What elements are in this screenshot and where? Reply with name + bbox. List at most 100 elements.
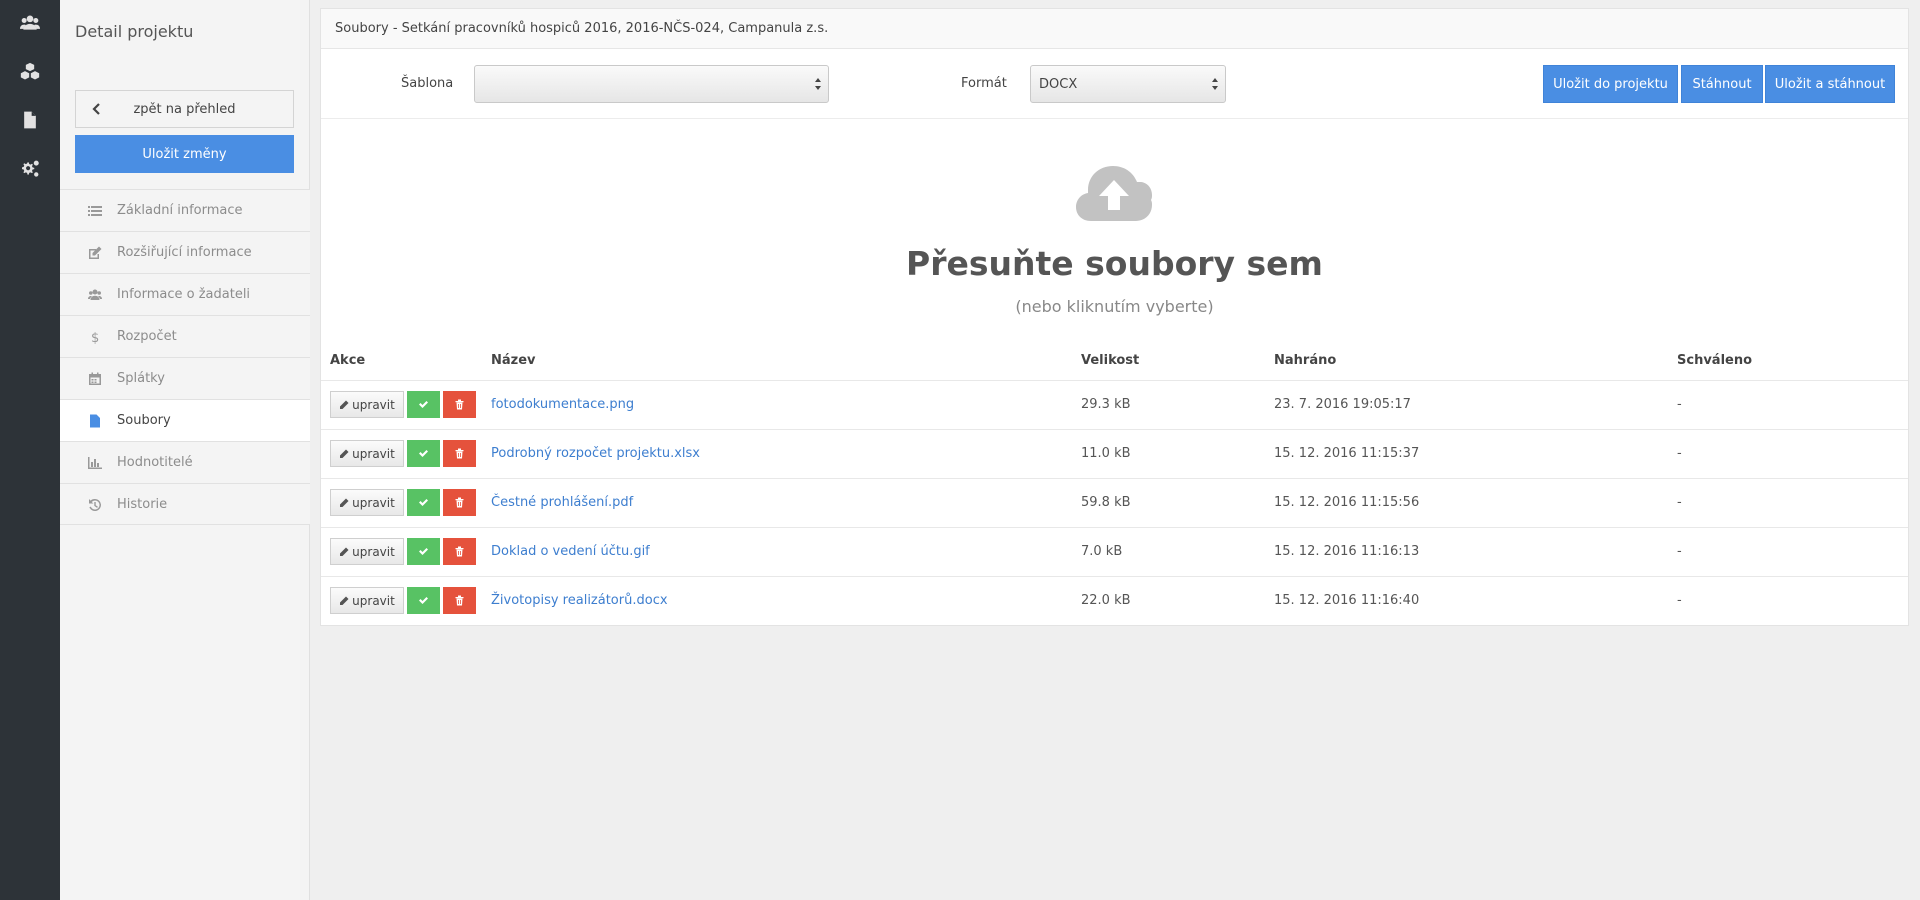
trash-icon — [455, 448, 464, 459]
check-icon — [419, 499, 428, 506]
table-row: upravit Čestné prohlášení.pdf 59.8 kB 15… — [321, 477, 1908, 527]
approve-button[interactable] — [407, 391, 440, 418]
save-to-project-button[interactable]: Uložit do projektu — [1543, 65, 1678, 103]
cloud-upload-icon — [1076, 166, 1152, 221]
sidebar-item-budget[interactable]: $ Rozpočet — [60, 315, 310, 357]
file-approved: - — [1677, 428, 1908, 478]
file-size: 29.3 kB — [1081, 379, 1274, 429]
edit-button[interactable]: upravit — [330, 538, 404, 565]
sidebar-item-label: Historie — [117, 496, 168, 512]
file-name-link[interactable]: Životopisy realizátorů.docx — [491, 575, 1081, 625]
table-row: upravit Podrobný rozpočet projektu.xlsx … — [321, 428, 1908, 478]
edit-label: upravit — [352, 593, 395, 608]
sidebar-item-label: Základní informace — [117, 203, 243, 218]
sidebar-item-label: Splátky — [117, 371, 165, 386]
table-header-row: Akce Název Velikost Nahráno Schváleno — [321, 342, 1908, 380]
chevron-left-icon — [92, 103, 100, 115]
approve-button[interactable] — [407, 440, 440, 467]
gears-icon[interactable] — [19, 158, 41, 180]
file-name-link[interactable]: Čestné prohlášení.pdf — [491, 477, 1081, 527]
file-uploaded: 15. 12. 2016 11:16:13 — [1274, 526, 1677, 576]
select-arrows-icon — [1212, 78, 1218, 90]
file-uploaded: 15. 12. 2016 11:15:56 — [1274, 477, 1677, 527]
edit-label: upravit — [352, 446, 395, 461]
file-dropzone[interactable]: Přesuňte soubory sem (nebo kliknutím vyb… — [321, 119, 1908, 341]
file-uploaded: 15. 12. 2016 11:16:40 — [1274, 575, 1677, 625]
header-uploaded: Nahráno — [1274, 353, 1337, 369]
check-icon — [419, 548, 428, 555]
sidebar-item-files[interactable]: Soubory — [60, 399, 310, 441]
file-uploaded: 23. 7. 2016 19:05:17 — [1274, 379, 1677, 429]
table-row: upravit Životopisy realizátorů.docx 22.0… — [321, 575, 1908, 625]
delete-button[interactable] — [443, 440, 476, 467]
trash-icon — [455, 546, 464, 557]
files-table: Akce Název Velikost Nahráno Schváleno up… — [321, 342, 1908, 625]
delete-button[interactable] — [443, 587, 476, 615]
header-size: Velikost — [1081, 353, 1140, 369]
sidebar-title: Detail projektu — [75, 22, 194, 41]
files-panel: Soubory - Setkání pracovníků hospiců 201… — [320, 8, 1909, 626]
sidebar-item-applicant-info[interactable]: Informace o žadateli — [60, 273, 310, 315]
check-icon — [419, 597, 428, 605]
panel-title: Soubory - Setkání pracovníků hospiců 201… — [321, 9, 1908, 49]
approve-button[interactable] — [407, 538, 440, 565]
sidebar-item-basic-info[interactable]: Základní informace — [60, 189, 310, 231]
edit-button[interactable]: upravit — [330, 587, 404, 615]
sidebar-item-evaluators[interactable]: Hodnotitelé — [60, 441, 310, 483]
file-approved: - — [1677, 379, 1908, 429]
delete-button[interactable] — [443, 538, 476, 565]
sidebar-item-label: Soubory — [117, 413, 171, 428]
approve-button[interactable] — [407, 587, 440, 615]
file-name-link[interactable]: fotodokumentace.png — [491, 379, 1081, 429]
edit-button[interactable]: upravit — [330, 489, 404, 516]
history-icon — [88, 498, 102, 512]
trash-icon — [455, 497, 464, 508]
edit-label: upravit — [352, 544, 395, 559]
project-sidebar: Detail projektu zpět na přehled Uložit z… — [60, 0, 310, 900]
template-label: Šablona — [401, 76, 454, 91]
edit-icon — [88, 246, 102, 260]
check-icon — [419, 401, 428, 408]
file-uploaded: 15. 12. 2016 11:15:37 — [1274, 428, 1677, 478]
file-size: 7.0 kB — [1081, 526, 1274, 576]
dropzone-title: Přesuňte soubory sem — [906, 244, 1323, 283]
sidebar-menu: Základní informace Rozšiřující informace… — [60, 189, 310, 525]
export-toolbar: Šablona Formát DOCX Uložit do projektu S… — [321, 49, 1908, 119]
file-approved: - — [1677, 477, 1908, 527]
header-approved: Schváleno — [1677, 353, 1753, 369]
pencil-icon — [340, 596, 349, 605]
file-size: 11.0 kB — [1081, 428, 1274, 478]
approve-button[interactable] — [407, 489, 440, 516]
edit-label: upravit — [352, 495, 395, 510]
app-rail — [0, 0, 60, 900]
table-row: upravit fotodokumentace.png 29.3 kB 23. … — [321, 379, 1908, 429]
cubes-icon[interactable] — [19, 61, 41, 83]
sidebar-item-history[interactable]: Historie — [60, 483, 310, 525]
delete-button[interactable] — [443, 489, 476, 516]
pencil-icon — [340, 547, 349, 556]
pencil-icon — [340, 498, 349, 507]
document-icon[interactable] — [19, 109, 41, 131]
edit-button[interactable]: upravit — [330, 440, 404, 467]
template-select[interactable] — [474, 65, 829, 103]
file-name-link[interactable]: Doklad o vedení účtu.gif — [491, 526, 1081, 576]
users-icon[interactable] — [19, 12, 41, 34]
trash-icon — [455, 399, 464, 410]
delete-button[interactable] — [443, 391, 476, 418]
sidebar-item-extended-info[interactable]: Rozšiřující informace — [60, 231, 310, 273]
bar-chart-icon — [88, 456, 102, 470]
save-changes-button[interactable]: Uložit změny — [75, 135, 294, 173]
sidebar-item-installments[interactable]: Splátky — [60, 357, 310, 399]
header-actions: Akce — [330, 353, 366, 369]
pencil-icon — [340, 400, 349, 409]
file-name-link[interactable]: Podrobný rozpočet projektu.xlsx — [491, 428, 1081, 478]
header-name: Název — [491, 353, 536, 369]
download-button[interactable]: Stáhnout — [1681, 65, 1763, 103]
list-icon — [88, 204, 102, 218]
edit-button[interactable]: upravit — [330, 391, 404, 418]
format-select[interactable]: DOCX — [1030, 65, 1226, 103]
back-to-overview-button[interactable]: zpět na přehled — [75, 90, 294, 128]
calendar-icon — [88, 372, 102, 386]
svg-text:$: $ — [91, 331, 99, 344]
save-and-download-button[interactable]: Uložit a stáhnout — [1765, 65, 1895, 103]
